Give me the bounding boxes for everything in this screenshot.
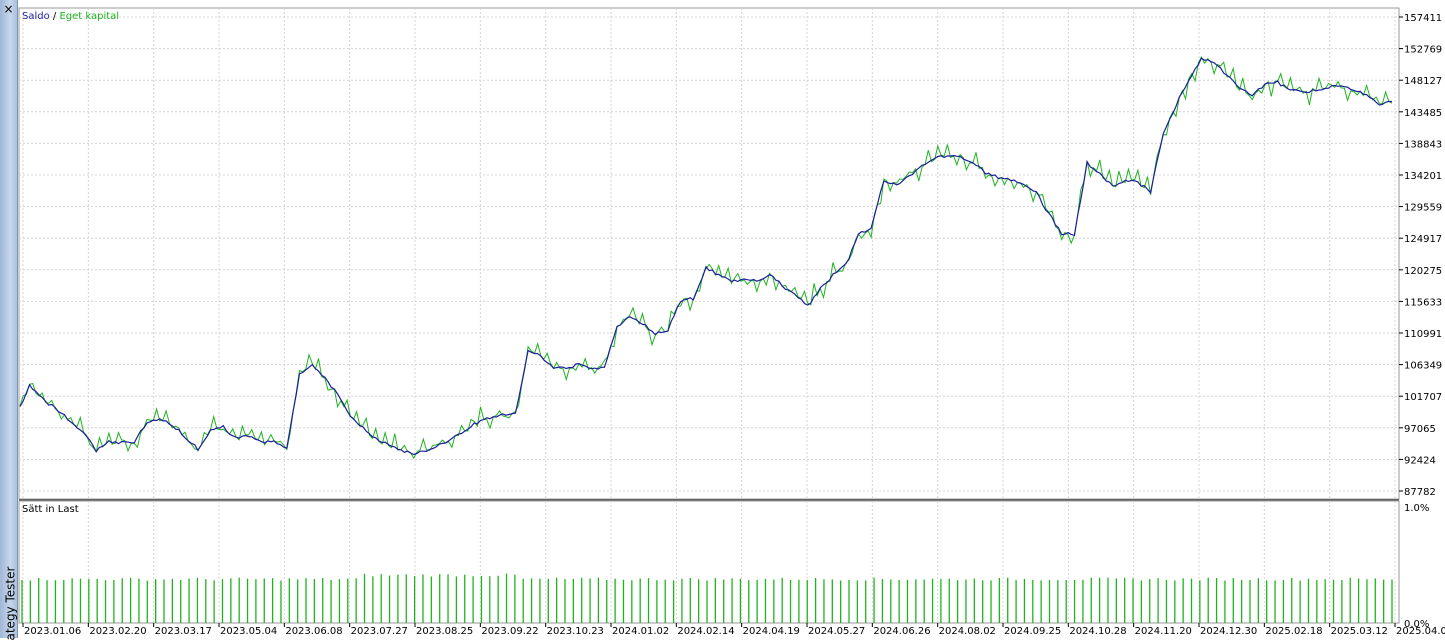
y-tick-label: 152769	[1404, 45, 1442, 56]
deposit-load-title: Sätt in Last	[22, 504, 79, 515]
x-tick-label: 2024.08.02	[939, 626, 996, 637]
y-tick-label: 134201	[1404, 171, 1442, 182]
x-tick-label: 2023.01.06	[24, 626, 81, 637]
y-tick-label: 115633	[1404, 297, 1442, 308]
x-tick-label: 2023.02.20	[89, 626, 146, 637]
x-tick-label: 2023.09.22	[481, 626, 538, 637]
equity-series-line	[19, 56, 1393, 460]
deposit-load-panel: Sätt in Last 1.0%0.0%	[18, 500, 1429, 630]
x-tick-label: 2023.08.25	[416, 626, 473, 637]
x-tick-label: 2023.06.08	[285, 626, 342, 637]
balance-equity-panel: 157411 152769 148127 143485 138843 134201 1295…	[18, 7, 1442, 501]
x-tick-label: 2025.02.18	[1265, 626, 1322, 637]
y-tick-label: 97065	[1404, 424, 1436, 435]
y-tick-label: 110991	[1404, 329, 1442, 340]
y-tick-label: 87782	[1404, 487, 1436, 498]
main-frame	[18, 7, 1400, 500]
y-tick-label: 120275	[1404, 266, 1442, 277]
x-tick-label: 2024.06.26	[873, 626, 930, 637]
x-tick-label: 2023.07.27	[351, 626, 408, 637]
volume-max-label: 1.0%	[1404, 503, 1429, 514]
x-tick-label: 2024.10.28	[1069, 626, 1126, 637]
x-tick-label: 2024.09.25	[1004, 626, 1061, 637]
y-tick-label: 92424	[1404, 455, 1436, 466]
y-tick-label: 138843	[1404, 139, 1442, 150]
x-tick-label: 2023.03.17	[155, 626, 212, 637]
x-axis: 2023.01.06 2023.02.20 2023.03.17 2023.05.04…	[22, 623, 1445, 637]
legend-balance: Saldo	[22, 11, 50, 22]
x-tick-label: 2023.10.23	[547, 626, 604, 637]
y-tick-label: 148127	[1404, 76, 1442, 87]
x-tick-label: 2024.12.30	[1200, 626, 1257, 637]
x-tick-label: 2024.01.02	[612, 626, 669, 637]
balance-series-line	[19, 57, 1393, 456]
x-tick-label: 2025.04.04	[1396, 626, 1445, 637]
x-tick-label: 2024.11.20	[1135, 626, 1192, 637]
y-tick-label: 106349	[1404, 361, 1442, 372]
y-tick-label: 157411	[1404, 13, 1442, 24]
x-tick-label: 2023.05.04	[220, 626, 277, 637]
y-tick-label: 143485	[1404, 108, 1442, 119]
x-tick-label: 2024.04.19	[743, 626, 800, 637]
x-tick-label: 2024.05.27	[808, 626, 865, 637]
y-tick-label: 101707	[1404, 392, 1442, 403]
y-tick-label: 129559	[1404, 203, 1442, 214]
legend-equity: Eget kapital	[59, 11, 119, 22]
y-tick-label: 124917	[1404, 234, 1442, 245]
x-tick-label: 2024.02.14	[677, 626, 734, 637]
strategy-tester-graph: 157411 152769 148127 143485 138843 134201 1295…	[18, 7, 1445, 637]
legend-separator: /	[50, 11, 60, 22]
chart-legend: Saldo / Eget kapital	[22, 11, 119, 22]
x-tick-label: 2025.03.12	[1331, 626, 1388, 637]
